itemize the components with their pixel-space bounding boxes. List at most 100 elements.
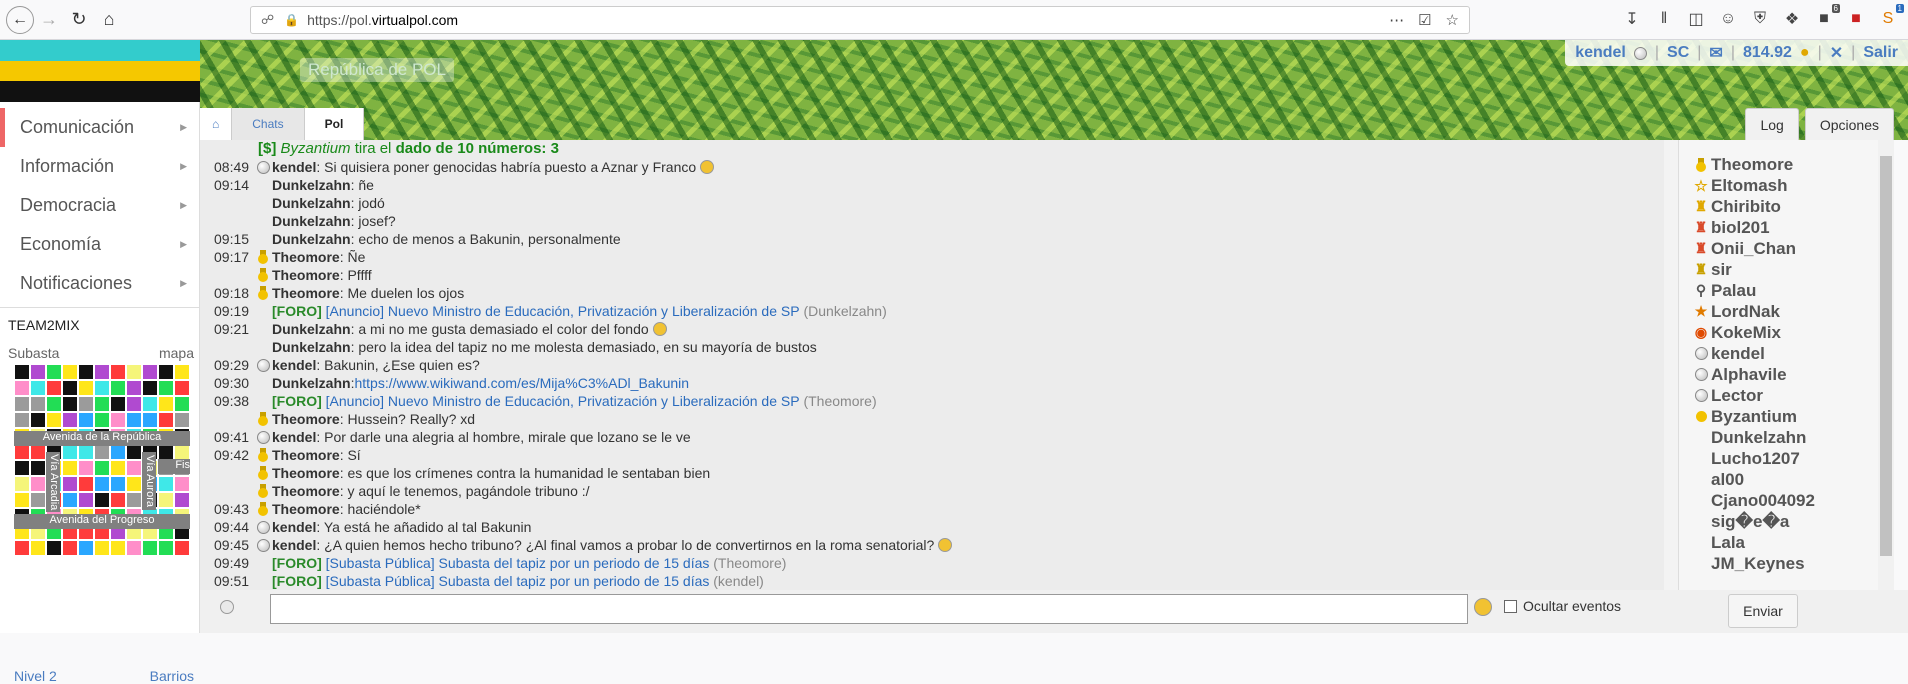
nivel-link[interactable]: Nivel 2 xyxy=(14,668,57,684)
message-nick[interactable]: Dunkelzahn xyxy=(272,212,351,230)
mapa-link[interactable]: mapa xyxy=(159,345,194,361)
user-name[interactable]: Theomore xyxy=(1711,155,1793,175)
user-name[interactable]: JM_Keynes xyxy=(1711,554,1805,574)
map-parcel[interactable] xyxy=(14,380,30,396)
map-parcel[interactable] xyxy=(110,540,126,556)
barrios-link[interactable]: Barrios xyxy=(150,668,194,684)
user-name[interactable]: Palau xyxy=(1711,281,1756,301)
map-parcel[interactable] xyxy=(78,412,94,428)
map-parcel[interactable] xyxy=(46,380,62,396)
map-parcel[interactable] xyxy=(142,380,158,396)
map-parcel[interactable] xyxy=(46,540,62,556)
reload-icon[interactable]: ↻ xyxy=(64,5,94,35)
map-parcel[interactable] xyxy=(78,492,94,508)
map-parcel[interactable] xyxy=(110,412,126,428)
map-parcel[interactable] xyxy=(46,364,62,380)
send-button[interactable]: Enviar xyxy=(1728,594,1798,628)
message-nick[interactable]: kendel xyxy=(272,518,316,536)
user-name[interactable]: Onii_Chan xyxy=(1711,239,1796,259)
user-list-item[interactable]: sig�e�a xyxy=(1711,511,1890,532)
crumb-pol[interactable]: Pol xyxy=(304,108,365,140)
more-icon[interactable]: ⋯ xyxy=(1389,11,1404,29)
user-list-item[interactable]: ☆ Eltomash xyxy=(1694,175,1890,196)
site-logo-flag[interactable] xyxy=(0,40,200,102)
user-list-scrollbar[interactable] xyxy=(1878,140,1894,590)
map-parcel[interactable] xyxy=(14,444,30,460)
message-nick[interactable]: Dunkelzahn xyxy=(272,320,351,338)
message-nick[interactable]: kendel xyxy=(272,536,316,554)
map-parcel[interactable] xyxy=(142,412,158,428)
map-parcel[interactable] xyxy=(126,364,142,380)
user-list-item[interactable]: ★ LordNak xyxy=(1695,301,1890,322)
user-list-item[interactable]: ♜ Chiribito xyxy=(1695,196,1890,217)
map-parcel[interactable] xyxy=(158,492,174,508)
map-parcel[interactable] xyxy=(126,444,142,460)
map-parcel[interactable] xyxy=(30,412,46,428)
forum-thread-link[interactable]: [Anuncio] Nuevo Ministro de Educación, P… xyxy=(326,302,800,320)
map-parcel[interactable] xyxy=(30,492,46,508)
user-name[interactable]: Lucho1207 xyxy=(1711,449,1800,469)
ublock-icon[interactable]: ⛨ xyxy=(1750,8,1770,30)
message-nick[interactable]: Dunkelzahn xyxy=(272,176,351,194)
map-parcel[interactable] xyxy=(158,540,174,556)
user-list-item[interactable]: Lector xyxy=(1694,385,1890,406)
forum-thread-link[interactable]: [Subasta Pública] Subasta del tapiz por … xyxy=(326,572,710,590)
user-name[interactable]: sig�e�a xyxy=(1711,512,1789,532)
map-parcel[interactable] xyxy=(110,364,126,380)
message-nick[interactable]: Theomore xyxy=(272,248,340,266)
site-name[interactable]: República de POL xyxy=(300,58,454,82)
map-parcel[interactable] xyxy=(14,492,30,508)
sidebar-item-informacion[interactable]: Información ▶ xyxy=(0,147,199,186)
map-parcel[interactable] xyxy=(94,540,110,556)
user-list-item[interactable]: ⚲ Palau xyxy=(1696,280,1890,301)
map-parcel[interactable] xyxy=(158,412,174,428)
home-crumb-icon[interactable]: ⌂ xyxy=(200,108,233,140)
map-parcel[interactable] xyxy=(142,540,158,556)
map-parcel[interactable] xyxy=(78,476,94,492)
message-nick[interactable]: Theomore xyxy=(272,500,340,518)
map-parcel[interactable] xyxy=(110,444,126,460)
message-nick[interactable]: Dunkelzahn xyxy=(272,194,351,212)
map-parcel[interactable] xyxy=(14,476,30,492)
forum-thread-link[interactable]: [Subasta Pública] Subasta del tapiz por … xyxy=(326,554,710,572)
user-list-item[interactable]: ♜ Onii_Chan xyxy=(1695,238,1890,259)
user-name[interactable]: Alphavile xyxy=(1711,365,1787,385)
sidebar-item-comunicacion[interactable]: Comunicación ▶ xyxy=(0,108,199,147)
message-url[interactable]: https://www.wikiwand.com/es/Mija%C3%ADl_… xyxy=(354,374,689,392)
chat-message-input[interactable] xyxy=(270,594,1468,624)
map-parcel[interactable] xyxy=(158,396,174,412)
map-parcel[interactable] xyxy=(62,380,78,396)
user-name[interactable]: Dunkelzahn xyxy=(1711,428,1806,448)
sidebar-item-economia[interactable]: Economía ▶ xyxy=(0,225,199,264)
tab-opciones[interactable]: Opciones xyxy=(1804,108,1894,140)
user-list-item[interactable]: al00 xyxy=(1711,469,1890,490)
message-nick[interactable]: kendel xyxy=(272,158,316,176)
map-parcel[interactable] xyxy=(126,412,142,428)
map-parcel[interactable] xyxy=(94,460,110,476)
map-parcel[interactable] xyxy=(126,476,142,492)
map-parcel[interactable] xyxy=(126,492,142,508)
user-list-item[interactable]: Lala xyxy=(1711,532,1890,553)
map-parcel[interactable] xyxy=(110,476,126,492)
user-list-item[interactable]: Theomore xyxy=(1696,154,1890,175)
map-parcel[interactable] xyxy=(78,364,94,380)
map-parcel[interactable] xyxy=(110,396,126,412)
map-parcel[interactable] xyxy=(94,444,110,460)
user-name[interactable]: sir xyxy=(1711,260,1732,280)
forum-thread-link[interactable]: [Anuncio] Nuevo Ministro de Educación, P… xyxy=(326,392,800,410)
message-nick[interactable]: Theomore xyxy=(272,284,340,302)
map-parcel[interactable] xyxy=(14,396,30,412)
account-icon[interactable]: ☺ xyxy=(1718,8,1738,30)
balance[interactable]: 814.92 xyxy=(1743,44,1792,62)
map-parcel[interactable] xyxy=(158,364,174,380)
map-parcel[interactable] xyxy=(14,540,30,556)
logout-link[interactable]: Salir xyxy=(1863,44,1898,62)
map-parcel[interactable] xyxy=(94,364,110,380)
user-name[interactable]: LordNak xyxy=(1711,302,1780,322)
username-link[interactable]: kendel xyxy=(1575,44,1626,62)
chat-scrollbar[interactable] xyxy=(1664,140,1678,590)
map-parcel[interactable] xyxy=(174,444,190,460)
extension-badge-icon[interactable]: ■ 6 xyxy=(1814,4,1840,30)
map-parcel[interactable] xyxy=(142,364,158,380)
user-list-item[interactable]: kendel xyxy=(1694,343,1890,364)
